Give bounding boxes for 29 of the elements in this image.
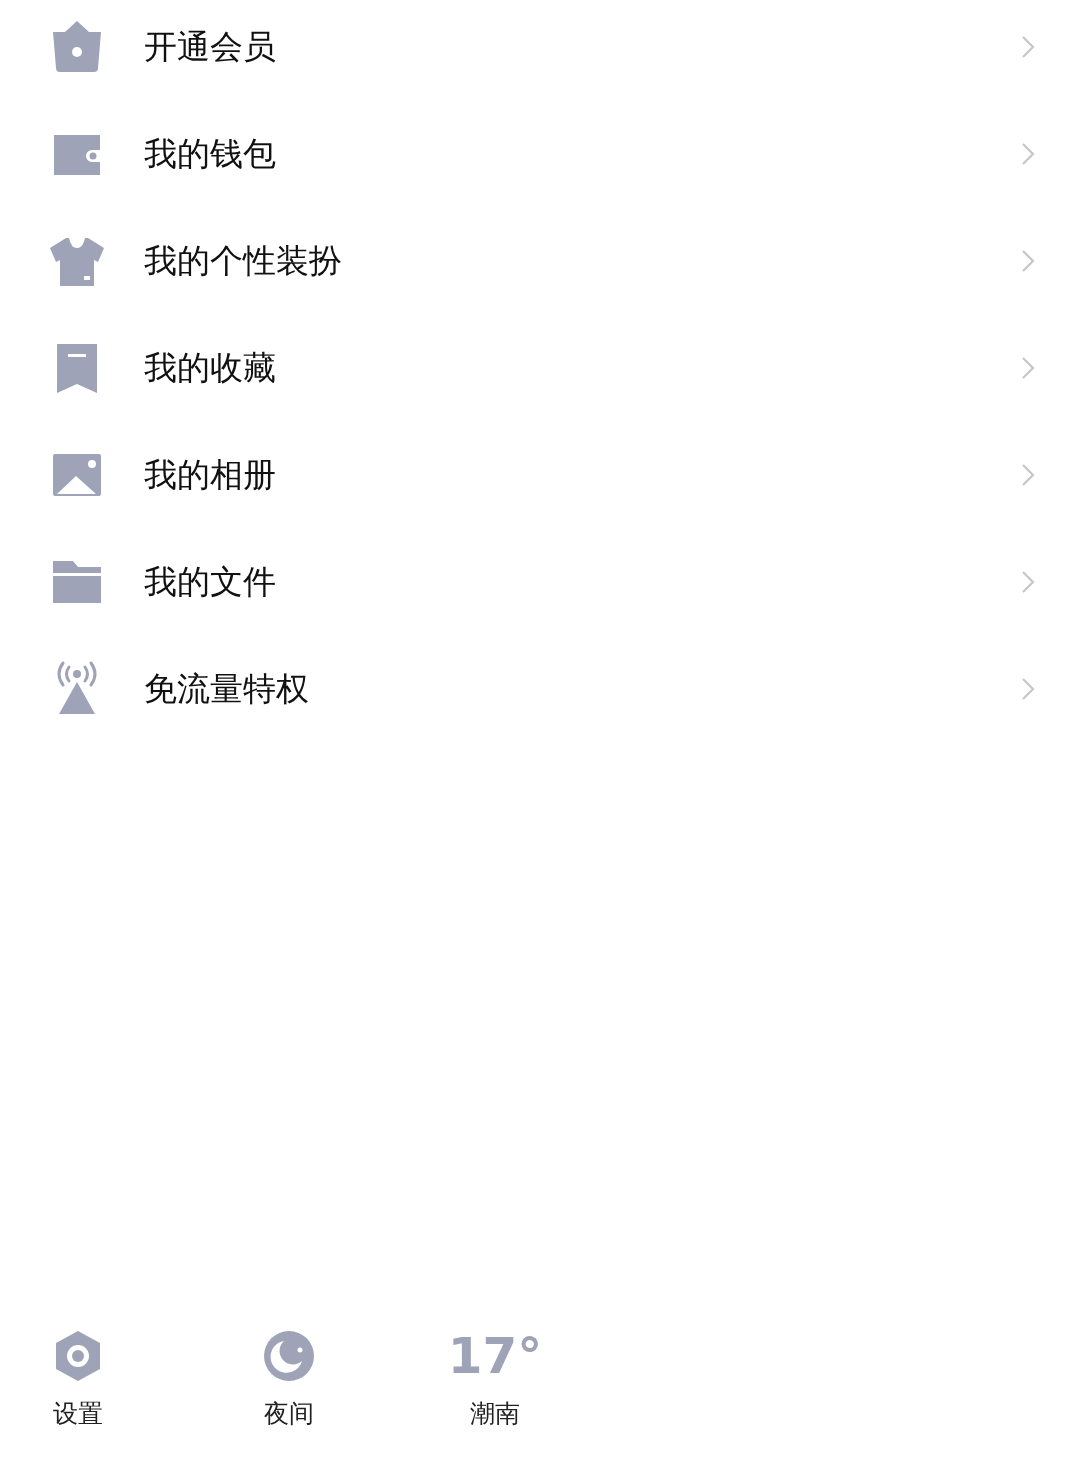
toolbar-item[interactable]: 夜间 bbox=[156, 1328, 421, 1432]
chevron-icon bbox=[1020, 33, 1036, 60]
moon-icon bbox=[261, 1328, 316, 1383]
menu-item[interactable]: 免流量特权 bbox=[0, 635, 1080, 742]
menu-item[interactable]: 我的相册 bbox=[0, 421, 1080, 528]
menu-item[interactable]: 我的文件 bbox=[0, 528, 1080, 635]
weather-widget[interactable]: 17° 潮南 bbox=[421, 1328, 569, 1432]
menu-item[interactable]: 我的钱包 bbox=[0, 100, 1080, 207]
menu-label: 我的个性装扮 bbox=[144, 239, 343, 282]
chevron-icon bbox=[1020, 140, 1036, 167]
temperature: 17° bbox=[447, 1328, 543, 1383]
chevron-icon bbox=[1020, 354, 1036, 381]
menu-label: 我的收藏 bbox=[144, 346, 277, 389]
toolbar-label: 夜间 bbox=[263, 1397, 314, 1430]
chevron-icon bbox=[1020, 675, 1036, 702]
menu-item[interactable]: 我的收藏 bbox=[0, 314, 1080, 421]
menu-item[interactable]: 我的个性装扮 bbox=[0, 207, 1080, 314]
chevron-icon bbox=[1020, 461, 1036, 488]
menu-label: 我的钱包 bbox=[144, 132, 277, 175]
chevron-icon bbox=[1020, 247, 1036, 274]
menu-item[interactable]: 开通会员 bbox=[0, 0, 1080, 100]
toolbar-item[interactable]: 设置 bbox=[0, 1328, 156, 1432]
menu-label: 免流量特权 bbox=[144, 667, 310, 710]
menu-label: 我的相册 bbox=[144, 453, 277, 496]
toolbar-label: 设置 bbox=[53, 1397, 103, 1430]
menu-label: 我的文件 bbox=[144, 560, 277, 603]
toolbar-label: 潮南 bbox=[470, 1397, 520, 1430]
chevron-icon bbox=[1020, 568, 1036, 595]
menu-label: 开通会员 bbox=[144, 25, 277, 68]
